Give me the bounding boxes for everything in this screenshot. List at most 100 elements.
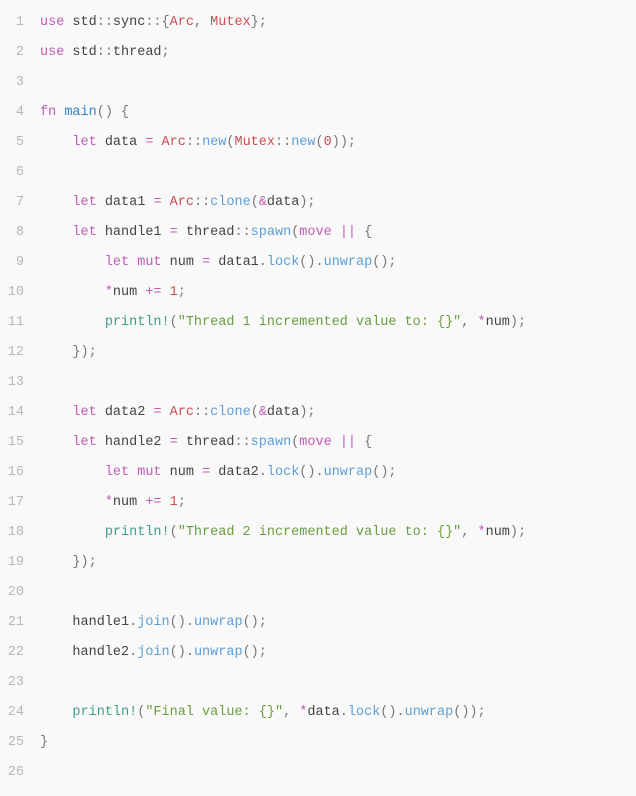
token: (); — [372, 255, 396, 270]
token — [332, 435, 340, 450]
token: thread — [178, 225, 235, 240]
token: += — [145, 285, 161, 300]
token: num — [162, 255, 203, 270]
token: ; — [178, 495, 186, 510]
token: data2 — [97, 405, 154, 420]
token — [40, 525, 105, 540]
token: . — [340, 705, 348, 720]
code-line: 26 — [0, 758, 636, 788]
token: :: — [186, 135, 202, 150]
token — [40, 465, 105, 480]
token: data2 — [210, 465, 259, 480]
code-line: 8 let handle1 = thread::spawn(move || { — [0, 218, 636, 248]
line-content: *num += 1; — [40, 488, 186, 518]
token: main — [64, 105, 96, 120]
token: num — [162, 465, 203, 480]
token: let — [72, 135, 96, 150]
token: move — [299, 225, 331, 240]
line-number: 16 — [0, 458, 40, 488]
token: clone — [210, 405, 251, 420]
token — [162, 405, 170, 420]
line-content: let mut num = data2.lock().unwrap(); — [40, 458, 397, 488]
code-line: 24 println!("Final value: {}", *data.loc… — [0, 698, 636, 728]
token: )); — [332, 135, 356, 150]
token: data1 — [97, 195, 154, 210]
code-line: 10 *num += 1; — [0, 278, 636, 308]
token: :: — [194, 195, 210, 210]
token — [153, 135, 161, 150]
token: }); — [72, 345, 96, 360]
line-content: println!("Thread 1 incremented value to:… — [40, 308, 526, 338]
token: & — [259, 195, 267, 210]
token: , — [461, 525, 477, 540]
line-content: use std::sync::{Arc, Mutex}; — [40, 8, 267, 38]
line-content: handle2.join().unwrap(); — [40, 638, 267, 668]
line-content: let mut num = data1.lock().unwrap(); — [40, 248, 397, 278]
line-number: 14 — [0, 398, 40, 428]
token: num — [113, 495, 145, 510]
line-number: 19 — [0, 548, 40, 578]
code-line: 7 let data1 = Arc::clone(&data); — [0, 188, 636, 218]
code-line: 15 let handle2 = thread::spawn(move || { — [0, 428, 636, 458]
token: :: — [275, 135, 291, 150]
token: handle1 — [97, 225, 170, 240]
token: lock — [267, 465, 299, 480]
token: ( — [170, 525, 178, 540]
code-line: 12 }); — [0, 338, 636, 368]
line-content: let data1 = Arc::clone(&data); — [40, 188, 316, 218]
token — [40, 255, 105, 270]
token: ; — [178, 285, 186, 300]
token: spawn — [251, 225, 292, 240]
line-number: 17 — [0, 488, 40, 518]
token: let — [72, 405, 96, 420]
token — [40, 285, 105, 300]
token: lock — [267, 255, 299, 270]
code-line: 14 let data2 = Arc::clone(&data); — [0, 398, 636, 428]
token: * — [105, 285, 113, 300]
token: unwrap — [194, 645, 243, 660]
token: data — [307, 705, 339, 720]
token: unwrap — [405, 705, 454, 720]
token: use — [40, 45, 64, 60]
token: & — [259, 405, 267, 420]
line-number: 21 — [0, 608, 40, 638]
token: Arc — [170, 405, 194, 420]
token: let — [72, 195, 96, 210]
line-number: 8 — [0, 218, 40, 248]
line-content: use std::thread; — [40, 38, 170, 68]
line-content: } — [40, 728, 48, 758]
token: } — [40, 735, 48, 750]
token: "Final value: {}" — [145, 705, 283, 720]
token: }; — [251, 15, 267, 30]
token: (). — [380, 705, 404, 720]
token: = — [202, 255, 210, 270]
line-content: }); — [40, 338, 97, 368]
line-number: 2 — [0, 38, 40, 68]
token: join — [137, 615, 169, 630]
token — [40, 435, 72, 450]
code-line: 2use std::thread; — [0, 38, 636, 68]
token: = — [153, 405, 161, 420]
token: unwrap — [194, 615, 243, 630]
token: handle2 — [40, 645, 129, 660]
line-content: let data = Arc::new(Mutex::new(0)); — [40, 128, 356, 158]
token: :: — [234, 435, 250, 450]
code-line: 25} — [0, 728, 636, 758]
code-block: 1 use std::sync::{Arc, Mutex};2use std::t… — [0, 8, 636, 788]
token — [40, 555, 72, 570]
token — [40, 315, 105, 330]
token: unwrap — [324, 465, 373, 480]
line-number: 26 — [0, 758, 40, 788]
token: ::{ — [145, 15, 169, 30]
line-number: 20 — [0, 578, 40, 608]
line-number: 12 — [0, 338, 40, 368]
code-line: 5 let data = Arc::new(Mutex::new(0)); — [0, 128, 636, 158]
code-line: 4fn main() { — [0, 98, 636, 128]
code-line: 23 — [0, 668, 636, 698]
token: 0 — [324, 135, 332, 150]
token: 1 — [170, 495, 178, 510]
token: data — [267, 405, 299, 420]
token: num — [486, 315, 510, 330]
token — [40, 345, 72, 360]
line-content: let handle1 = thread::spawn(move || { — [40, 218, 372, 248]
